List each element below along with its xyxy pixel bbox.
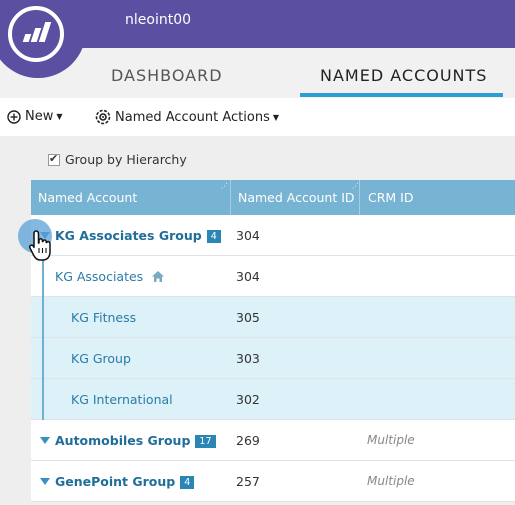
named-accounts-grid: Named Account ⋰ Named Account ID ⋰ CRM I… xyxy=(31,180,515,502)
account-id: 302 xyxy=(236,392,260,407)
active-tab-indicator xyxy=(300,93,503,97)
account-id: 304 xyxy=(236,228,260,243)
hierarchy-line xyxy=(42,297,44,338)
table-row[interactable]: KG Fitness 305 xyxy=(31,297,515,338)
content-area: Group by Hierarchy Named Account ⋰ Named… xyxy=(0,136,515,505)
crm-id: Multiple xyxy=(367,474,415,488)
crm-id: Multiple xyxy=(367,433,415,447)
hierarchy-line xyxy=(42,338,44,379)
column-resize-icon[interactable]: ⋰ xyxy=(221,182,228,190)
tenant-name[interactable]: nleoint00 xyxy=(125,12,191,28)
account-name[interactable]: KG Fitness xyxy=(71,310,136,325)
account-name-text: KG Associates xyxy=(55,269,144,284)
account-name[interactable]: KG Associates Group xyxy=(55,228,202,243)
new-button[interactable]: New ▼ xyxy=(7,109,63,124)
table-row[interactable]: KG International 302 xyxy=(31,379,515,420)
account-id: 305 xyxy=(236,310,260,325)
new-button-label: New xyxy=(25,109,54,124)
table-row[interactable]: KG Associates 304 xyxy=(31,256,515,297)
column-resize-icon[interactable]: ⋰ xyxy=(352,182,359,190)
group-by-hierarchy-option[interactable]: Group by Hierarchy xyxy=(48,152,187,167)
group-by-hierarchy-label: Group by Hierarchy xyxy=(65,152,187,167)
table-row[interactable]: KG Group 303 xyxy=(31,338,515,379)
table-row[interactable]: Automobiles Group 17 269 Multiple xyxy=(31,420,515,461)
child-count-badge: 17 xyxy=(195,435,216,448)
account-id: 304 xyxy=(236,269,260,284)
tab-dashboard[interactable]: DASHBOARD xyxy=(111,66,223,85)
account-name[interactable]: GenePoint Group xyxy=(55,474,175,489)
named-account-actions-label: Named Account Actions xyxy=(115,109,270,125)
named-account-actions-button[interactable]: Named Account Actions ▼ xyxy=(95,109,279,125)
hand-pointer-icon xyxy=(28,230,51,261)
gear-target-icon xyxy=(95,109,111,125)
hierarchy-line xyxy=(42,379,44,420)
grid-header: Named Account ⋰ Named Account ID ⋰ CRM I… xyxy=(31,180,515,215)
column-header-named-account-id[interactable]: Named Account ID xyxy=(238,190,355,205)
account-name[interactable]: KG Associates xyxy=(55,269,165,284)
column-header-crm-id[interactable]: CRM ID xyxy=(368,190,413,205)
account-name[interactable]: Automobiles Group xyxy=(55,433,190,448)
child-count-badge: 4 xyxy=(180,476,195,489)
caret-down-icon: ▼ xyxy=(272,112,280,122)
plus-circle-icon xyxy=(7,109,21,124)
child-count-badge: 4 xyxy=(206,230,221,243)
account-name[interactable]: KG Group xyxy=(71,351,131,366)
account-name[interactable]: KG International xyxy=(71,392,173,407)
account-id: 303 xyxy=(236,351,260,366)
table-row[interactable]: GenePoint Group 4 257 Multiple xyxy=(31,461,515,502)
account-id: 257 xyxy=(236,474,260,489)
expand-triangle-icon[interactable] xyxy=(40,478,50,485)
tab-named-accounts[interactable]: NAMED ACCOUNTS xyxy=(320,66,487,85)
home-icon xyxy=(152,271,165,282)
toolbar: New ▼ Named Account Actions ▼ xyxy=(0,98,515,136)
group-by-hierarchy-checkbox[interactable] xyxy=(48,152,60,166)
expand-triangle-icon[interactable] xyxy=(40,437,50,444)
column-header-named-account[interactable]: Named Account xyxy=(38,190,137,205)
table-row[interactable]: KG Associates Group 4 304 xyxy=(31,215,515,256)
logo-icon xyxy=(8,6,64,62)
caret-down-icon: ▼ xyxy=(56,112,63,121)
account-id: 269 xyxy=(236,433,260,448)
